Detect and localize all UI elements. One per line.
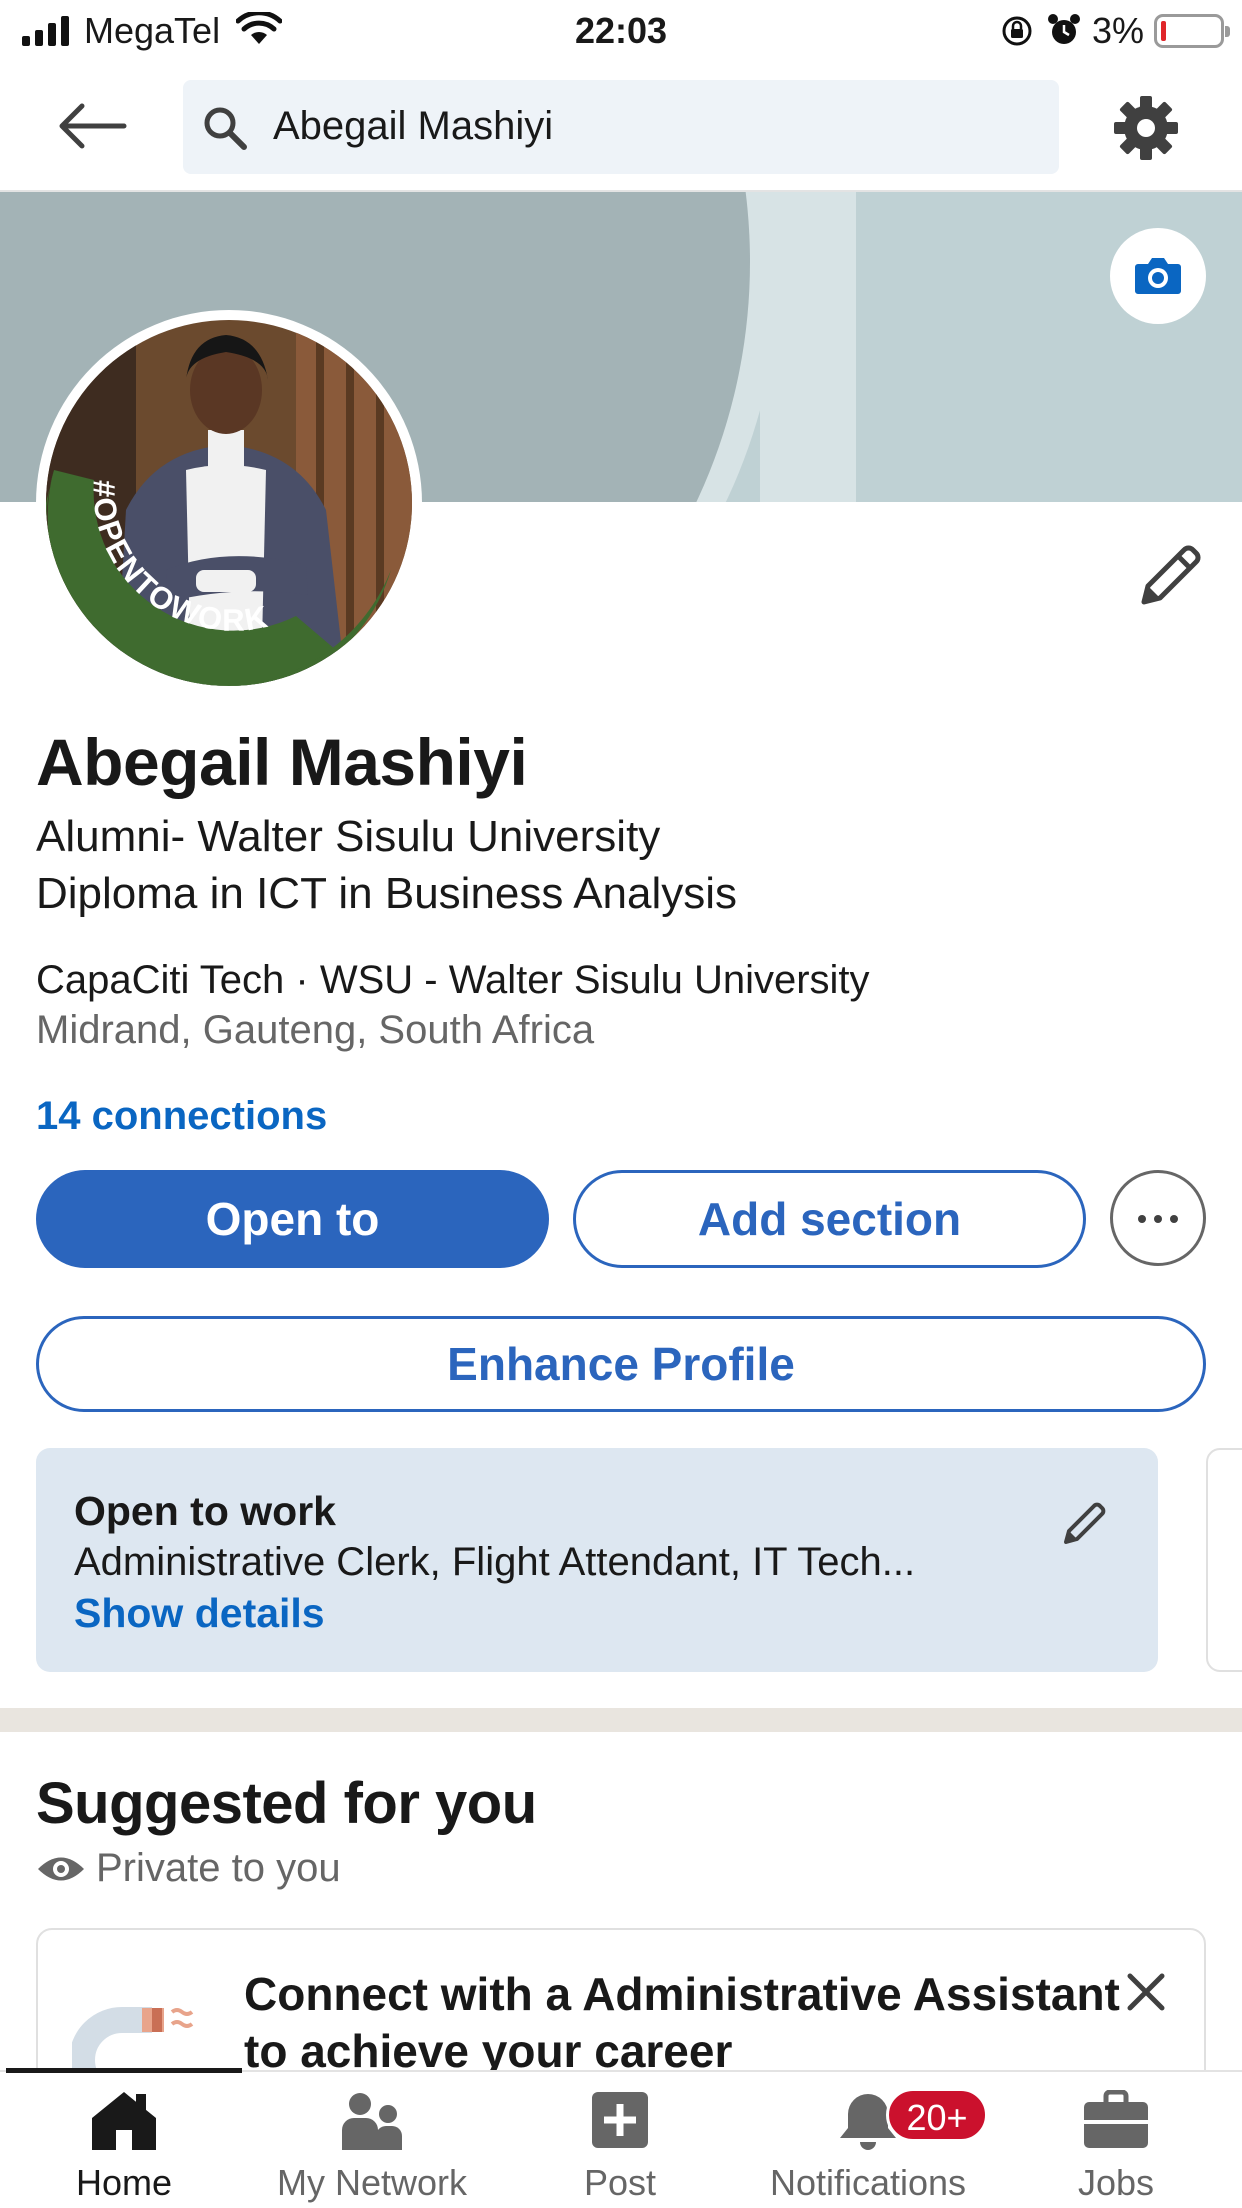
notifications-badge: 20+ <box>886 2088 988 2142</box>
search-input[interactable]: Abegail Mashiyi <box>183 80 1059 174</box>
open-to-button[interactable]: Open to <box>36 1170 549 1268</box>
ellipsis-dot <box>1138 1215 1146 1223</box>
headline-line: Alumni- Walter Sisulu University <box>36 812 661 861</box>
more-options-button[interactable] <box>1110 1170 1206 1266</box>
battery-icon <box>1154 14 1230 48</box>
edit-pencil-icon[interactable] <box>1060 1498 1110 1548</box>
open-to-work-roles: Administrative Clerk, Flight Attendant, … <box>74 1540 916 1584</box>
nav-label: Notifications <box>769 2162 967 2203</box>
avatar[interactable]: #OPENTOWORK <box>36 310 422 696</box>
profile-name: Abegail Mashiyi <box>36 725 528 799</box>
close-icon[interactable] <box>1124 1970 1168 2014</box>
ellipsis-dot <box>1154 1215 1162 1223</box>
next-card-peek[interactable] <box>1206 1448 1242 1672</box>
add-section-button[interactable]: Add section <box>573 1170 1086 1268</box>
back-arrow-icon[interactable] <box>58 96 128 156</box>
profile-headline: Alumni- Walter Sisulu University Diploma… <box>36 808 1196 922</box>
nav-home[interactable]: Home <box>0 2072 248 2208</box>
open-to-work-card[interactable]: Open to work Administrative Clerk, Fligh… <box>36 1448 1158 1672</box>
enhance-profile-button[interactable]: Enhance Profile <box>36 1316 1206 1412</box>
ellipsis-dot <box>1170 1215 1178 1223</box>
banner-shape <box>760 192 856 502</box>
edit-banner-button[interactable] <box>1110 228 1206 324</box>
current-company: CapaCiti Tech · WSU - Walter Sisulu Univ… <box>36 958 870 1002</box>
profile-location: Midrand, Gauteng, South Africa <box>36 1008 595 1052</box>
suggested-section-title: Suggested for you <box>36 1771 537 1836</box>
eye-icon <box>38 1857 84 1881</box>
open-to-work-title: Open to work <box>74 1488 336 1534</box>
network-icon <box>342 2093 402 2150</box>
status-bar: MegaTel 22:03 3% <box>0 0 1242 66</box>
search-icon <box>204 107 247 150</box>
section-divider <box>0 1708 1242 1732</box>
suggestion-text: Connect with a Administrative Assistant … <box>244 1968 1120 2077</box>
nav-label: Post <box>583 2162 657 2203</box>
edit-profile-pencil-icon[interactable] <box>1136 540 1206 610</box>
connections-link[interactable]: 14 connections <box>36 1094 327 1139</box>
nav-my-network[interactable]: My Network <box>248 2072 496 2208</box>
post-icon <box>592 2092 648 2148</box>
privacy-label: Private to you <box>96 1846 341 1890</box>
briefcase-icon <box>1084 2090 1148 2148</box>
bottom-navigation: Home My Network Post Notifications Jobs <box>0 2068 1242 2208</box>
headline-line: Diploma in ICT in Business Analysis <box>36 869 738 918</box>
gear-icon[interactable] <box>1112 94 1180 162</box>
nav-label: My Network <box>276 2162 468 2203</box>
nav-post[interactable]: Post <box>496 2072 744 2208</box>
home-icon <box>92 2092 156 2150</box>
nav-label: Jobs <box>1077 2162 1155 2203</box>
battery-level <box>1161 21 1166 41</box>
battery-percentage: 3% <box>1092 10 1145 51</box>
top-bar: Abegail Mashiyi <box>0 66 1242 192</box>
camera-icon <box>1135 258 1181 294</box>
show-details-link[interactable]: Show details <box>74 1590 325 1637</box>
profile-photo: #OPENTOWORK <box>46 320 412 686</box>
rotation-lock-icon <box>1002 16 1032 46</box>
alarm-icon <box>1048 14 1080 44</box>
nav-label: Home <box>75 2162 173 2203</box>
nav-jobs[interactable]: Jobs <box>992 2072 1240 2208</box>
search-value: Abegail Mashiyi <box>273 104 554 148</box>
